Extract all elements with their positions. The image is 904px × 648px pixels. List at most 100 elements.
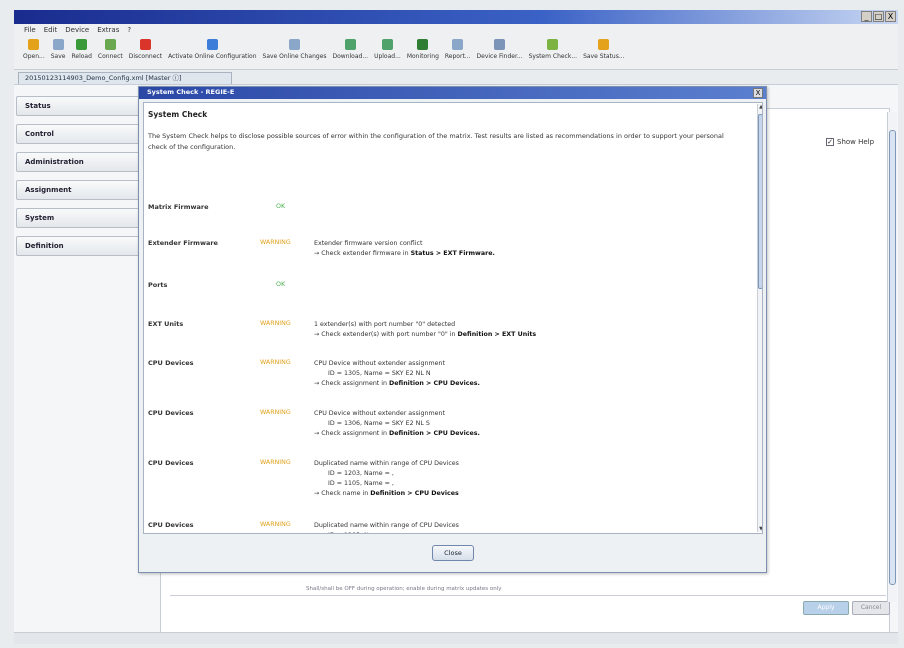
toolbar-button-connect[interactable]: Connect — [95, 36, 126, 69]
window-titlebar[interactable]: _ □ X — [14, 10, 898, 24]
dialog-scrollbar[interactable]: ▲ ▼ — [757, 104, 762, 532]
application-window: _ □ X File Edit Device Extras ? Open... S… — [0, 0, 904, 648]
minimize-button[interactable]: _ — [861, 11, 872, 22]
check-detail-line: → Check extender firmware in Status > EX… — [314, 249, 744, 259]
cancel-button[interactable]: Cancel — [852, 601, 890, 615]
check-detail-line: ID = 1205, Name = , — [314, 531, 744, 533]
check-detail-text: → Check assignment in — [314, 380, 390, 387]
toolbar-button-disconnect[interactable]: Disconnect — [126, 36, 165, 69]
check-status: WARNING — [260, 359, 291, 366]
menu-device[interactable]: Device — [65, 26, 89, 34]
toolbar-button-save-online[interactable]: Save Online Changes — [260, 36, 330, 69]
window-close-button[interactable]: X — [885, 11, 896, 22]
toolbar-button-folder[interactable]: Open... — [20, 36, 48, 69]
device-finder-icon — [494, 39, 506, 50]
save-icon — [52, 39, 64, 50]
scroll-up-icon[interactable]: ▲ — [758, 104, 762, 110]
toolbar-label: Monitoring — [406, 53, 439, 60]
check-detail-line: Duplicated name within range of CPU Devi… — [314, 459, 744, 469]
check-status: WARNING — [260, 320, 291, 327]
toolbar-label: Save — [50, 53, 66, 60]
check-name: CPU Devices — [148, 359, 194, 367]
toolbar-label: Download... — [332, 53, 369, 60]
check-detail-text: CPU Device without extender assignment — [314, 410, 445, 417]
toolbar-label: Reload — [71, 53, 92, 60]
check-detail-text: → Check assignment in — [314, 430, 390, 437]
show-help-checkbox[interactable]: ✓ — [826, 138, 834, 146]
check-status: WARNING — [260, 409, 291, 416]
menu-extras[interactable]: Extras — [97, 26, 119, 34]
check-detail-path: Definition > EXT Units — [457, 331, 537, 338]
toolbar: Open... Save Reload Connect Disconnect Activa… — [14, 36, 898, 70]
toolbar-button-save[interactable]: Save — [48, 36, 69, 69]
toolbar-label: Upload... — [374, 53, 401, 60]
save-status-icon — [598, 39, 610, 50]
toolbar-label: Activate Online Configuration — [168, 53, 257, 60]
monitoring-icon — [417, 39, 429, 50]
window-controls: _ □ X — [861, 11, 896, 22]
apply-button[interactable]: Apply — [803, 601, 849, 615]
dialog-footer: Close — [139, 537, 766, 572]
menu-help[interactable]: ? — [127, 26, 131, 34]
check-detail-line: Extender firmware version conflict — [314, 239, 744, 249]
check-detail-text: → Check name in — [314, 490, 371, 497]
toolbar-button-report[interactable]: Report... — [442, 36, 474, 69]
toolbar-button-upload[interactable]: Upload... — [371, 36, 404, 69]
toolbar-button-device-finder[interactable]: Device Finder... — [474, 36, 526, 69]
toolbar-button-system-check[interactable]: System Check... — [526, 36, 580, 69]
check-detail-text: ID = 1306, Name = SKY E2 NL S — [328, 420, 430, 427]
menu-file[interactable]: File — [24, 26, 36, 34]
dialog-titlebar[interactable]: System Check - REGIE-E X — [139, 87, 766, 99]
check-status: OK — [276, 203, 286, 210]
check-detail-line: 1 extender(s) with port number "0" detec… — [314, 320, 744, 330]
dialog-close-icon[interactable]: X — [753, 88, 763, 98]
check-name: CPU Devices — [148, 459, 194, 467]
status-bar — [14, 632, 898, 644]
check-name: CPU Devices — [148, 521, 194, 529]
check-name: Matrix Firmware — [148, 203, 209, 211]
check-detail-line: ID = 1105, Name = , — [314, 479, 744, 489]
toolbar-button-activate[interactable]: Activate Online Configuration — [165, 36, 259, 69]
check-detail-text: Duplicated name within range of CPU Devi… — [314, 522, 459, 529]
toolbar-label: Device Finder... — [476, 53, 523, 60]
check-detail-line: ID = 1203, Name = , — [314, 469, 744, 479]
toolbar-label: Disconnect — [128, 53, 163, 60]
scroll-down-icon[interactable]: ▼ — [758, 526, 762, 532]
dialog-content: System Check The System Check helps to d… — [143, 102, 763, 534]
toolbar-button-monitoring[interactable]: Monitoring — [404, 36, 442, 69]
check-name: Ports — [148, 281, 168, 289]
save-online-icon — [289, 39, 301, 50]
panel-scrollbar-thumb[interactable] — [889, 130, 896, 585]
check-name: EXT Units — [148, 320, 184, 328]
download-icon — [344, 39, 356, 50]
activate-icon — [206, 39, 218, 50]
check-status: OK — [276, 281, 286, 288]
menu-bar: File Edit Device Extras ? — [14, 24, 898, 36]
toolbar-label: Save Online Changes — [262, 53, 327, 60]
divider — [170, 595, 886, 596]
check-detail-line: → Check name in Definition > CPU Devices — [314, 489, 744, 499]
check-detail: Duplicated name within range of CPU Devi… — [314, 459, 744, 499]
check-detail-text: Extender firmware version conflict — [314, 240, 423, 247]
check-detail-path: Definition > CPU Devices. — [389, 430, 480, 437]
maximize-button[interactable]: □ — [873, 11, 884, 22]
close-button[interactable]: Close — [432, 545, 474, 561]
toolbar-button-reload[interactable]: Reload — [68, 36, 94, 69]
toolbar-button-download[interactable]: Download... — [330, 36, 372, 69]
toolbar-label: Save Status... — [583, 53, 625, 60]
reload-icon — [76, 39, 88, 50]
panel-scrollbar[interactable] — [887, 112, 897, 602]
dialog-scrollbar-thumb[interactable] — [758, 114, 762, 289]
check-detail-line: → Check assignment in Definition > CPU D… — [314, 429, 744, 439]
folder-icon — [28, 39, 40, 50]
check-status: WARNING — [260, 239, 291, 246]
check-detail-text: ID = 1305, Name = SKY E2 NL N — [328, 370, 431, 377]
check-detail: CPU Device without extender assignment ID… — [314, 409, 744, 439]
check-detail-line: → Check assignment in Definition > CPU D… — [314, 379, 744, 389]
fan-control-description: Shall/shall be OFF during operation; ena… — [306, 586, 502, 592]
menu-edit[interactable]: Edit — [44, 26, 58, 34]
toolbar-button-save-status[interactable]: Save Status... — [580, 36, 627, 69]
show-help-toggle[interactable]: ✓ Show Help — [826, 138, 874, 146]
system-check-dialog: System Check - REGIE-E X System Check Th… — [138, 86, 767, 573]
file-tab[interactable]: 20150123114903_Demo_Config.xml [Master ⓘ… — [18, 72, 232, 84]
